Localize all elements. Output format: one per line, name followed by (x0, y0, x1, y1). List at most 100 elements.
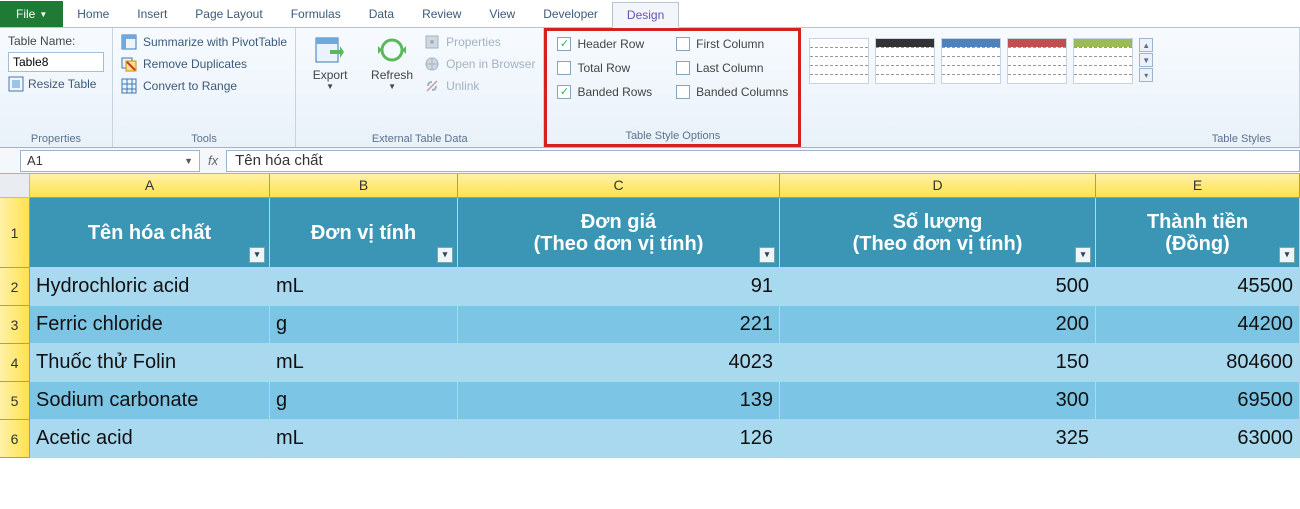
group-label-style-options: Table Style Options (557, 128, 788, 142)
filter-icon[interactable]: ▾ (249, 247, 265, 263)
col-header-D[interactable]: D (780, 174, 1096, 198)
group-external: Export ▼ Refresh ▼ Properties Open in Br… (296, 28, 544, 147)
grid: 123456 ABCDE Tên hóa chất▾Đơn vị tính▾Đơ… (0, 174, 1300, 458)
cell[interactable]: 91 (458, 268, 780, 306)
col-header-E[interactable]: E (1096, 174, 1300, 198)
cell[interactable]: mL (270, 344, 458, 382)
style-thumb-0[interactable] (809, 38, 869, 84)
cell[interactable]: g (270, 382, 458, 420)
cell[interactable]: 45500 (1096, 268, 1300, 306)
col-header-A[interactable]: A (30, 174, 270, 198)
cell[interactable]: 500 (780, 268, 1096, 306)
group-label-tools: Tools (121, 131, 287, 145)
col-header-B[interactable]: B (270, 174, 458, 198)
cell[interactable]: 63000 (1096, 420, 1300, 458)
style-gallery: ▲ ▼ ▾ (809, 32, 1291, 131)
formula-input[interactable]: Tên hóa chất (226, 150, 1300, 172)
cell[interactable]: 139 (458, 382, 780, 420)
cell[interactable]: 221 (458, 306, 780, 344)
cell[interactable]: 126 (458, 420, 780, 458)
table-header-cell[interactable]: Tên hóa chất▾ (30, 198, 270, 268)
table-name-label: Table Name: (8, 34, 104, 48)
cell[interactable]: mL (270, 420, 458, 458)
table-header-cell[interactable]: Số lượng(Theo đơn vị tính)▾ (780, 198, 1096, 268)
cell[interactable]: 44200 (1096, 306, 1300, 344)
style-thumb-4[interactable] (1073, 38, 1133, 84)
row-header-4[interactable]: 4 (0, 344, 30, 382)
col-header-C[interactable]: C (458, 174, 780, 198)
tab-view[interactable]: View (475, 1, 529, 27)
style-thumb-3[interactable] (1007, 38, 1067, 84)
fx-icon[interactable]: fx (208, 153, 218, 168)
convert-range-button[interactable]: Convert to Range (121, 78, 287, 94)
export-button[interactable]: Export ▼ (304, 34, 356, 91)
table-row: Acetic acidmL12632563000 (30, 420, 1300, 458)
cell[interactable]: 4023 (458, 344, 780, 382)
tab-developer[interactable]: Developer (529, 1, 612, 27)
remove-duplicates-button[interactable]: Remove Duplicates (121, 56, 287, 72)
table-header-cell[interactable]: Đơn vị tính▾ (270, 198, 458, 268)
check-total-row[interactable]: Total Row (557, 61, 652, 75)
cell[interactable]: 300 (780, 382, 1096, 420)
gallery-scroll-up[interactable]: ▲ (1139, 38, 1153, 52)
ext-properties-button: Properties (424, 34, 535, 50)
refresh-button[interactable]: Refresh ▼ (366, 34, 418, 91)
filter-icon[interactable]: ▾ (1075, 247, 1091, 263)
remove-dup-icon (121, 56, 137, 72)
tab-page-layout[interactable]: Page Layout (181, 1, 276, 27)
tab-formulas[interactable]: Formulas (277, 1, 355, 27)
cell[interactable]: g (270, 306, 458, 344)
row-header-3[interactable]: 3 (0, 306, 30, 344)
filter-icon[interactable]: ▾ (437, 247, 453, 263)
cell[interactable]: Thuốc thử Folin (30, 344, 270, 382)
check-last-column[interactable]: Last Column (676, 61, 788, 75)
table-name-input[interactable] (8, 52, 104, 72)
row-header-1[interactable]: 1 (0, 198, 30, 268)
row-header-5[interactable]: 5 (0, 382, 30, 420)
tab-data[interactable]: Data (355, 1, 408, 27)
cell[interactable]: 69500 (1096, 382, 1300, 420)
file-tab[interactable]: File ▼ (0, 1, 63, 27)
row-header-2[interactable]: 2 (0, 268, 30, 306)
tab-design[interactable]: Design (612, 2, 679, 28)
cell[interactable]: Acetic acid (30, 420, 270, 458)
table-header-cell[interactable]: Đơn giá(Theo đơn vị tính)▾ (458, 198, 780, 268)
cell[interactable]: 150 (780, 344, 1096, 382)
cell[interactable]: 325 (780, 420, 1096, 458)
cell[interactable]: 200 (780, 306, 1096, 344)
convert-icon (121, 78, 137, 94)
cell[interactable]: Ferric chloride (30, 306, 270, 344)
select-all-corner[interactable] (0, 174, 30, 198)
open-browser-button: Open in Browser (424, 56, 535, 72)
check-banded-rows[interactable]: Banded Rows (557, 85, 652, 99)
cell[interactable]: Sodium carbonate (30, 382, 270, 420)
resize-table-button[interactable]: Resize Table (8, 76, 104, 92)
check-banded-columns[interactable]: Banded Columns (676, 85, 788, 99)
filter-icon[interactable]: ▾ (759, 247, 775, 263)
gallery-more-button[interactable]: ▾ (1139, 68, 1153, 82)
tab-review[interactable]: Review (408, 1, 475, 27)
checkbox-icon (557, 37, 571, 51)
check-first-column[interactable]: First Column (676, 37, 788, 51)
summarize-pivot-button[interactable]: Summarize with PivotTable (121, 34, 287, 50)
name-box-value: A1 (27, 153, 43, 168)
chevron-down-icon: ▼ (39, 10, 47, 19)
style-thumb-2[interactable] (941, 38, 1001, 84)
tab-insert[interactable]: Insert (123, 1, 181, 27)
style-thumb-1[interactable] (875, 38, 935, 84)
cell[interactable]: 804600 (1096, 344, 1300, 382)
cell[interactable]: mL (270, 268, 458, 306)
tab-home[interactable]: Home (63, 1, 123, 27)
row-header-6[interactable]: 6 (0, 420, 30, 458)
filter-icon[interactable]: ▾ (1279, 247, 1295, 263)
name-box[interactable]: A1 ▼ (20, 150, 200, 172)
checkbox-icon (676, 61, 690, 75)
cell[interactable]: Hydrochloric acid (30, 268, 270, 306)
check-header-row[interactable]: Header Row (557, 37, 652, 51)
ribbon-tabs: File ▼ Home Insert Page Layout Formulas … (0, 0, 1300, 28)
table-row: Ferric chlorideg22120044200 (30, 306, 1300, 344)
refresh-icon (376, 34, 408, 66)
unlink-icon (424, 78, 440, 94)
table-header-cell[interactable]: Thành tiền(Đồng)▾ (1096, 198, 1300, 268)
gallery-scroll-down[interactable]: ▼ (1139, 53, 1153, 67)
